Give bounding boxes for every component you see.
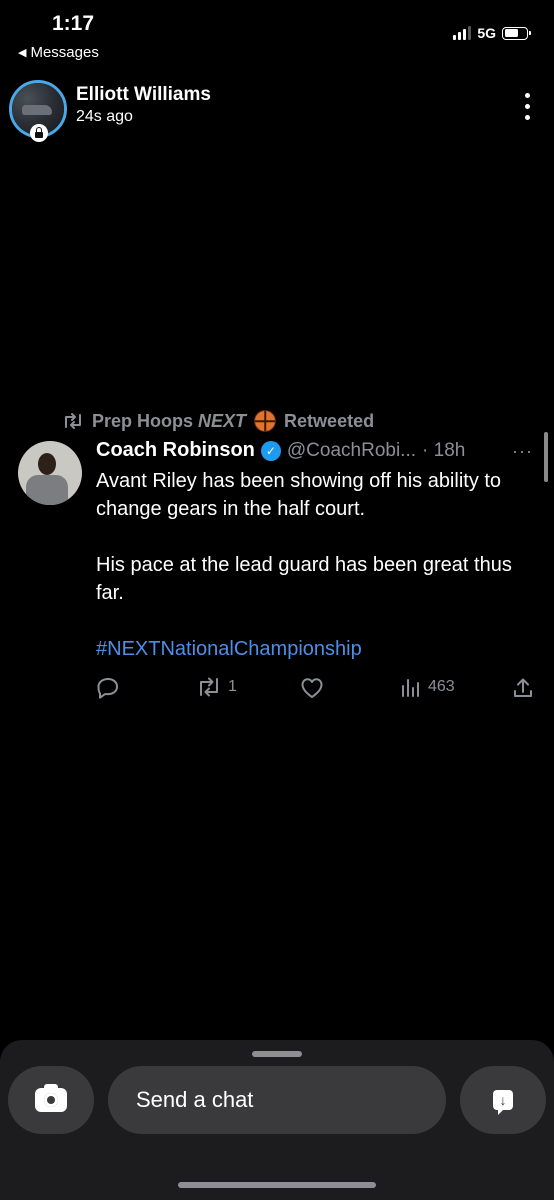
like-icon — [301, 678, 323, 698]
status-indicators: 5G — [453, 25, 531, 41]
tweet-hashtag[interactable]: #NEXTNationalChampionship — [96, 635, 536, 663]
camera-button[interactable] — [8, 1066, 94, 1134]
scroll-indicator[interactable] — [544, 432, 548, 482]
reply-icon — [97, 678, 118, 699]
chat-input[interactable]: Send a chat — [108, 1066, 446, 1134]
back-to-messages-link[interactable]: ◀ Messages — [18, 44, 99, 61]
tweet-author-handle[interactable]: @CoachRobi... — [287, 440, 416, 462]
tweet-actions: 1 463 — [96, 677, 536, 703]
chat-send-icon: ↓ — [493, 1090, 513, 1115]
more-vert-icon[interactable] — [525, 93, 530, 120]
retweeted-label: Retweeted — [284, 410, 375, 431]
retweet-button[interactable]: 1 — [196, 677, 237, 697]
share-button[interactable] — [512, 677, 534, 699]
tweet-body: Avant Riley has been showing off his abi… — [96, 467, 536, 663]
status-time: 1:17 — [52, 12, 95, 35]
network-type: 5G — [477, 25, 496, 41]
back-label: Messages — [30, 44, 99, 61]
tweet-time: · 18h — [422, 439, 466, 461]
tweet-paragraph: Avant Riley has been showing off his abi… — [96, 470, 502, 520]
views-button[interactable]: 463 — [400, 677, 455, 697]
like-button[interactable] — [300, 677, 330, 699]
home-indicator — [178, 1182, 376, 1188]
views-count: 463 — [428, 678, 455, 695]
retweeted-by-name: Prep Hoops NEXT — [92, 410, 247, 431]
retweet-icon — [65, 413, 81, 429]
tweet-author-name[interactable]: Coach Robinson — [96, 439, 255, 462]
back-triangle-icon: ◀ — [18, 47, 27, 59]
lock-icon — [30, 124, 48, 142]
verified-icon: ✓ — [260, 440, 281, 461]
views-icon — [402, 679, 419, 697]
tweet-more-icon[interactable]: ··· — [512, 441, 533, 462]
tweet-paragraph: His pace at the lead guard has been grea… — [96, 554, 512, 604]
tweet-author-avatar[interactable] — [18, 441, 82, 505]
reply-button[interactable] — [96, 677, 126, 699]
grab-handle[interactable] — [252, 1051, 302, 1057]
share-icon — [514, 678, 532, 697]
camera-icon — [35, 1084, 67, 1112]
chat-send-button[interactable]: ↓ — [460, 1066, 546, 1134]
retweet-context: Prep Hoops NEXT Retweeted — [62, 410, 374, 432]
retweet-icon — [200, 677, 218, 697]
battery-icon — [502, 26, 531, 40]
signal-icon — [453, 26, 472, 40]
retweet-count: 1 — [228, 678, 237, 695]
basketball-icon — [254, 410, 277, 432]
friend-name[interactable]: Elliott Williams — [76, 84, 211, 106]
last-active: 24s ago — [76, 108, 133, 125]
tweet-header: Coach Robinson ✓ @CoachRobi... · 18h — [96, 439, 465, 462]
